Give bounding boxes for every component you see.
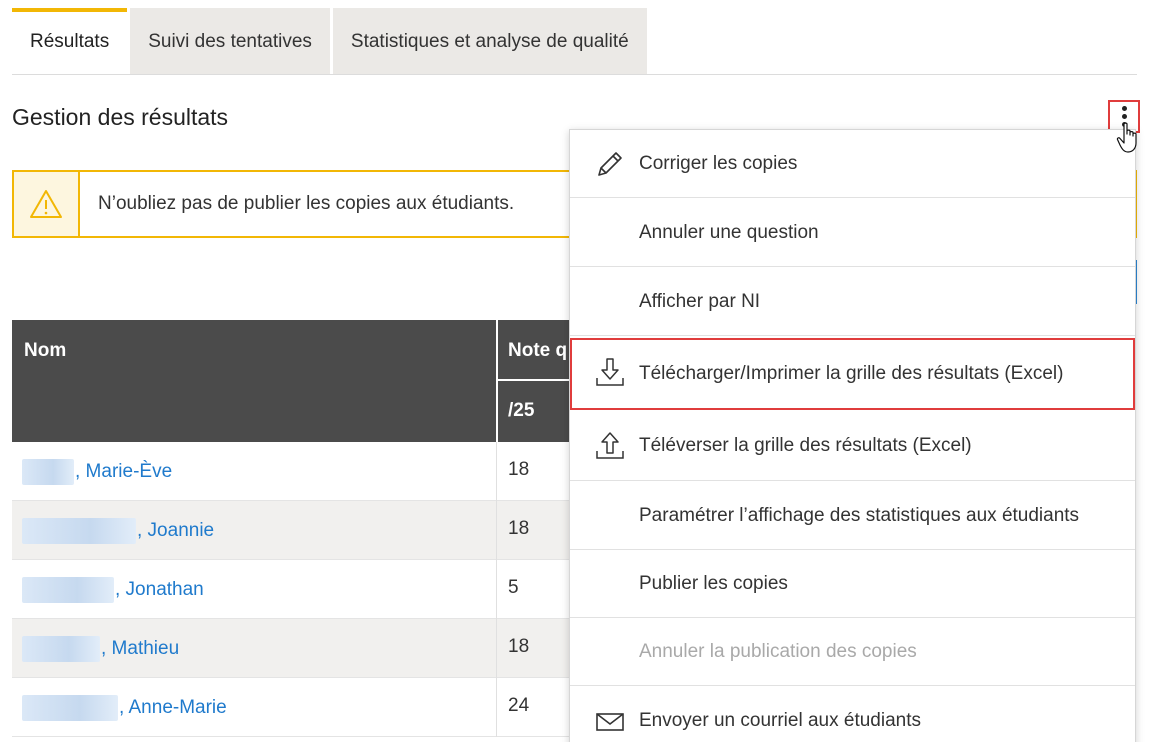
column-header-max-score: /25 — [508, 400, 535, 421]
score-cell: 18 — [508, 459, 530, 480]
redacted-lastname — [22, 695, 118, 721]
tab-suivi-tentatives[interactable]: Suivi des tentatives — [130, 8, 330, 75]
score-cell: 24 — [508, 695, 530, 716]
tab-label: Résultats — [30, 30, 110, 52]
cell-divider — [496, 501, 497, 560]
cell-divider — [496, 442, 497, 501]
student-firstname: , Anne-Marie — [119, 697, 227, 718]
pencil-icon — [594, 148, 626, 180]
results-table: Nom Note q /25 , Marie-Ève 18 , Joannie … — [12, 320, 598, 737]
column-header-note[interactable]: Note q — [508, 340, 567, 362]
cell-divider — [496, 560, 497, 619]
student-name-link[interactable]: , Jonathan — [22, 577, 204, 603]
menu-item-afficher-ni[interactable]: Afficher par NI — [570, 268, 1135, 336]
cell-divider — [496, 678, 497, 737]
tab-divider — [12, 74, 1137, 75]
kebab-dot — [1121, 106, 1127, 111]
cell-divider — [496, 619, 497, 678]
tab-label: Statistiques et analyse de qualité — [350, 30, 629, 52]
redacted-lastname — [22, 636, 100, 662]
menu-item-annuler-publication: Annuler la publication des copies — [570, 618, 1135, 686]
student-name-link[interactable]: , Anne-Marie — [22, 695, 227, 721]
redacted-lastname — [22, 459, 74, 485]
redacted-lastname — [22, 577, 114, 603]
page-title: Gestion des résultats — [12, 104, 229, 130]
menu-item-label: Envoyer un courriel aux étudiants — [639, 709, 921, 731]
menu-item-televerser-grille[interactable]: Téléverser la grille des résultats (Exce… — [570, 411, 1135, 481]
warning-text: N’oubliez pas de publier les copies aux … — [98, 193, 515, 214]
menu-item-label: Télécharger/Imprimer la grille des résul… — [639, 362, 1064, 384]
menu-item-parametrer-statistiques[interactable]: Paramétrer l’affichage des statistiques … — [570, 482, 1135, 550]
hand-cursor-icon — [1116, 122, 1137, 153]
envelope-icon — [594, 705, 626, 737]
student-name-link[interactable]: , Mathieu — [22, 636, 179, 662]
table-row: , Mathieu 18 — [12, 619, 572, 678]
header-divider — [496, 320, 498, 442]
menu-item-label: Téléverser la grille des résultats (Exce… — [639, 434, 972, 456]
upload-icon — [594, 429, 626, 461]
student-firstname: , Marie-Ève — [75, 461, 173, 482]
score-cell: 18 — [508, 636, 530, 657]
menu-item-label: Afficher par NI — [639, 290, 761, 312]
menu-item-telecharger-grille[interactable]: Télécharger/Imprimer la grille des résul… — [570, 338, 1135, 410]
student-firstname: , Joannie — [137, 520, 215, 541]
kebab-dot — [1121, 114, 1127, 119]
redacted-lastname — [22, 518, 136, 544]
warning-triangle-icon — [14, 172, 80, 236]
menu-item-publier-copies[interactable]: Publier les copies — [570, 550, 1135, 618]
download-icon — [594, 356, 626, 388]
student-name-link[interactable]: , Marie-Ève — [22, 459, 172, 485]
table-row: , Jonathan 5 — [12, 560, 572, 619]
score-cell: 18 — [508, 518, 530, 539]
table-row: , Anne-Marie 24 — [12, 678, 572, 737]
table-row: , Joannie 18 — [12, 501, 572, 560]
menu-item-envoyer-courriel[interactable]: Envoyer un courriel aux étudiants — [570, 687, 1135, 742]
tab-resultats[interactable]: Résultats — [12, 8, 128, 75]
table-row: , Marie-Ève 18 — [12, 442, 572, 501]
student-firstname: , Mathieu — [101, 638, 180, 659]
column-header-name[interactable]: Nom — [24, 340, 66, 362]
menu-item-annuler-question[interactable]: Annuler une question — [570, 199, 1135, 267]
menu-item-label: Annuler la publication des copies — [639, 640, 917, 662]
menu-item-label: Annuler une question — [639, 221, 819, 243]
tab-label: Suivi des tentatives — [148, 30, 312, 52]
tab-statistiques[interactable]: Statistiques et analyse de qualité — [332, 8, 647, 75]
menu-item-label: Paramétrer l’affichage des statistiques … — [639, 504, 1080, 526]
actions-menu: Corriger les copies Annuler une question… — [569, 129, 1136, 742]
menu-item-corriger-copies[interactable]: Corriger les copies — [570, 130, 1135, 198]
table-header: Nom Note q /25 — [12, 320, 598, 442]
score-cell: 5 — [508, 577, 519, 598]
student-name-link[interactable]: , Joannie — [22, 518, 214, 544]
student-firstname: , Jonathan — [115, 579, 204, 600]
table-body: , Marie-Ève 18 , Joannie 18 , Jonathan 5… — [12, 442, 572, 737]
menu-item-label: Corriger les copies — [639, 152, 798, 174]
tab-bar: Résultats Suivi des tentatives Statistiq… — [12, 8, 650, 75]
menu-item-label: Publier les copies — [639, 572, 788, 594]
